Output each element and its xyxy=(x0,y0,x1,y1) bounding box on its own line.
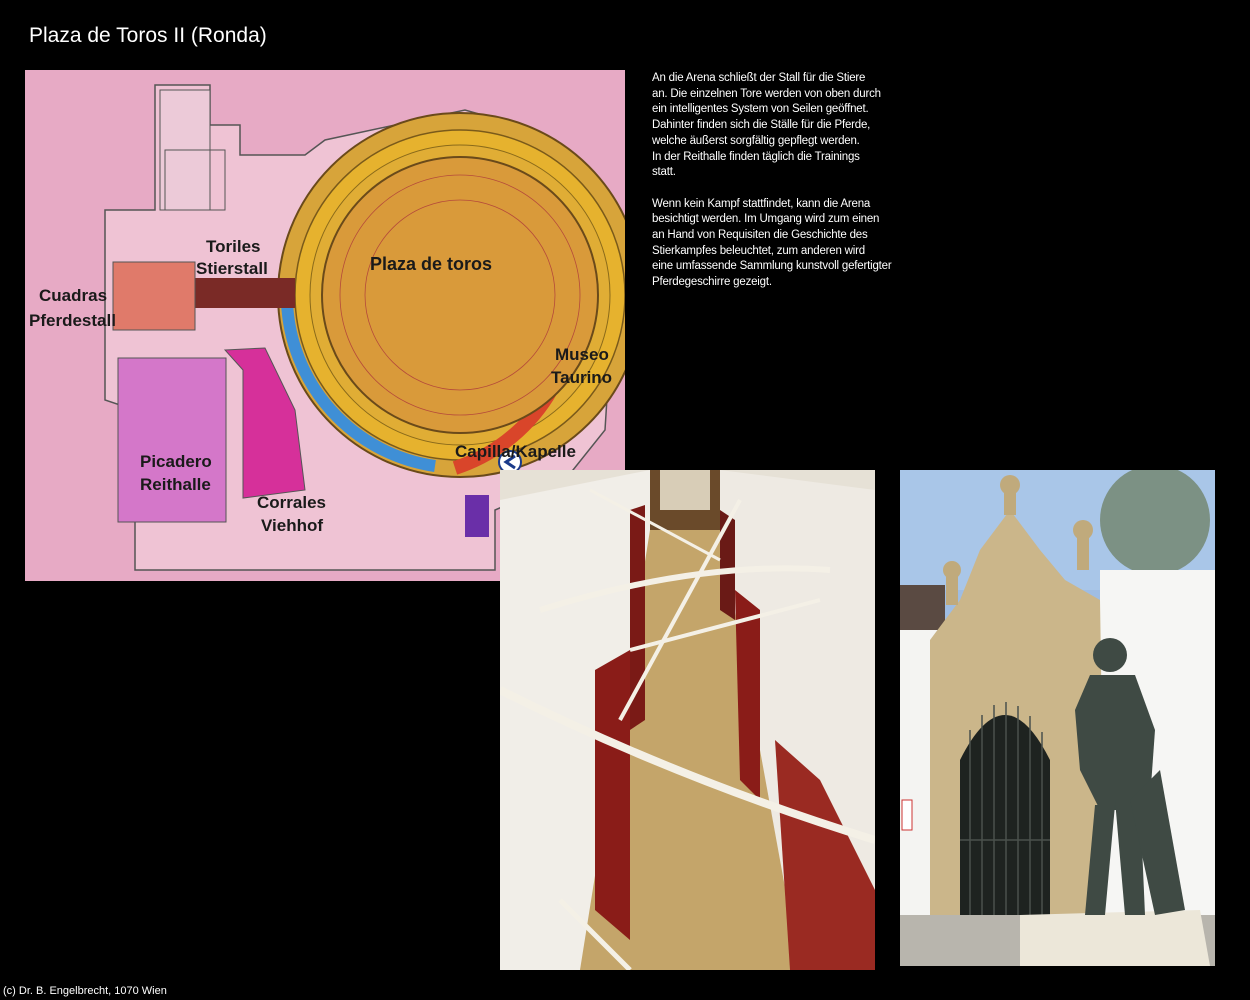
corridor-drawing xyxy=(500,470,875,970)
description-paragraph-1: An die Arena schließt der Stall für die … xyxy=(652,72,881,179)
gate-statue-photo xyxy=(900,470,1215,966)
label-capilla: Capilla/Kapelle xyxy=(455,442,576,461)
description-paragraph-2: Wenn kein Kampf stattfindet, kann die Ar… xyxy=(652,197,892,289)
label-viehhof: Viehhof xyxy=(261,516,323,535)
label-picadero: Picadero xyxy=(140,452,212,471)
corridor-photo xyxy=(500,470,875,970)
stierstall-area xyxy=(195,278,295,308)
label-taurino: Taurino xyxy=(551,368,612,387)
page-title: Plaza de Toros II (Ronda) xyxy=(29,24,267,47)
description-text: An die Arena schließt der Stall für die … xyxy=(652,71,922,307)
reithalle-area xyxy=(117,357,227,523)
label-pferdestall: Pferdestall xyxy=(29,311,116,330)
pferdestall-area xyxy=(112,261,196,331)
copyright-footer: (c) Dr. B. Engelbrecht, 1070 Wien xyxy=(3,985,167,997)
arena-floor xyxy=(321,156,599,434)
label-reithalle: Reithalle xyxy=(140,475,211,494)
label-stierstall: Stierstall xyxy=(196,259,268,278)
red-door-left xyxy=(595,650,630,940)
gate-drawing xyxy=(900,470,1215,966)
label-corrales: Corrales xyxy=(257,493,326,512)
statue-pedestal xyxy=(1020,910,1210,966)
chapel-area xyxy=(465,495,489,537)
label-cuadras: Cuadras xyxy=(39,286,107,305)
iron-gate xyxy=(960,715,1050,920)
label-plaza: Plaza de toros xyxy=(370,254,492,274)
label-museo: Museo xyxy=(555,345,609,364)
label-toriles: Toriles xyxy=(206,237,260,256)
